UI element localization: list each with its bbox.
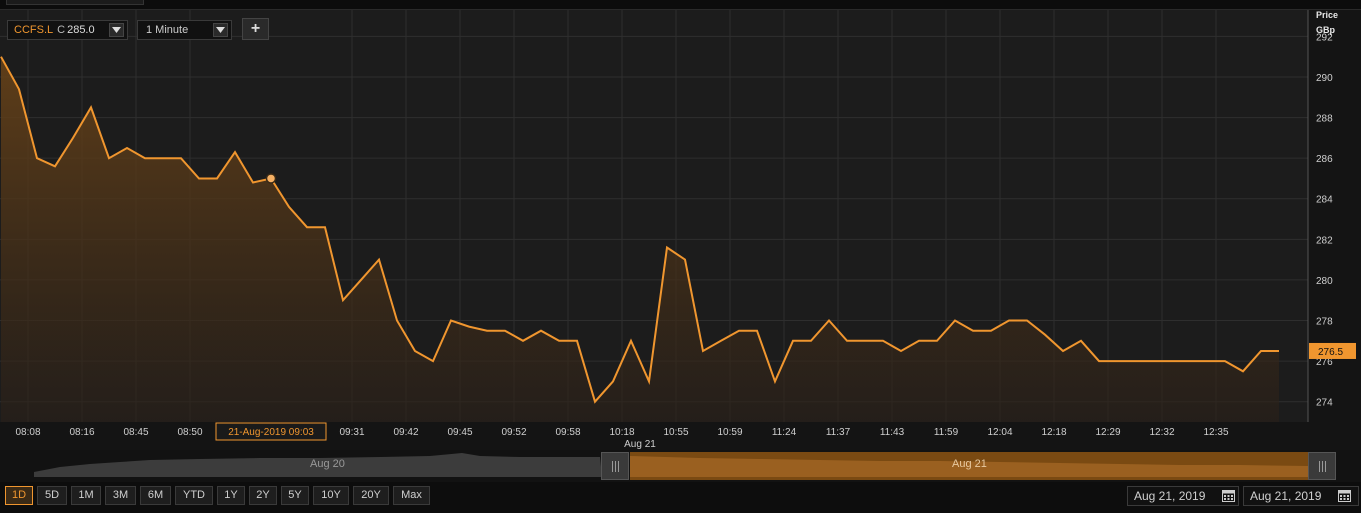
y-tick-label: 274: [1316, 398, 1333, 409]
symbol-label: CCFS.L: [14, 24, 54, 36]
x-tick-label: 12:32: [1149, 427, 1174, 438]
x-tick-label: 08:08: [15, 427, 40, 438]
calendar-icon[interactable]: [1222, 489, 1235, 502]
crosshair-label: 21-Aug-2019 09:03: [228, 427, 314, 438]
y-axis-label: Price: [1316, 10, 1338, 20]
range-1m-button[interactable]: 1M: [71, 486, 101, 505]
x-tick-label: 12:18: [1041, 427, 1066, 438]
top-bar: [0, 0, 1361, 10]
range-5y-button[interactable]: 5Y: [281, 486, 309, 505]
y-tick-label: 286: [1316, 154, 1333, 165]
x-tick-label: 12:35: [1203, 427, 1228, 438]
range-10y-button[interactable]: 10Y: [313, 486, 349, 505]
x-tick-label: 11:24: [772, 427, 797, 438]
x-tick-label: 10:55: [663, 427, 688, 438]
chevron-down-icon[interactable]: [109, 23, 124, 37]
x-tick-label: 12:29: [1095, 427, 1120, 438]
y-tick-label: 282: [1316, 235, 1333, 246]
x-day-label: Aug 21: [624, 439, 656, 450]
x-tick-label: 09:52: [501, 427, 526, 438]
navigator[interactable]: [0, 450, 1361, 482]
tab-stub[interactable]: [6, 0, 144, 5]
hover-marker[interactable]: [265, 173, 277, 184]
range-1d-button[interactable]: 1D: [5, 486, 33, 505]
x-tick-label: 12:04: [987, 427, 1012, 438]
interval-selector[interactable]: 1 Minute: [137, 20, 232, 40]
navigator-left-label: Aug 20: [310, 458, 345, 470]
range-20y-button[interactable]: 20Y: [353, 486, 389, 505]
x-tick-label: 10:18: [609, 427, 634, 438]
chevron-down-icon[interactable]: [213, 23, 228, 37]
range-5d-button[interactable]: 5D: [37, 486, 67, 505]
x-tick-label: 10:59: [717, 427, 742, 438]
last-price-label: 276.5: [1318, 347, 1343, 358]
navigator-svg: [34, 452, 1308, 480]
x-tick-label: 11:43: [880, 427, 905, 438]
range-ytd-button[interactable]: YTD: [175, 486, 213, 505]
x-tick-label: 09:58: [555, 427, 580, 438]
x-tick-label: 09:45: [447, 427, 472, 438]
x-tick-label: 08:50: [177, 427, 202, 438]
range-6m-button[interactable]: 6M: [140, 486, 171, 505]
x-tick-label: 09:31: [339, 427, 364, 438]
x-tick-label: 08:16: [69, 427, 94, 438]
y-tick-label: 290: [1316, 73, 1333, 84]
y-tick-label: 278: [1316, 317, 1333, 328]
x-tick-label: 08:45: [123, 427, 148, 438]
interval-label: 1 Minute: [146, 24, 189, 36]
chart-area: 274 276 278 280 282 284 286 288 290 292 Price GBp 27…: [0, 10, 1361, 450]
x-tick-label: 11:59: [934, 427, 959, 438]
range-2y-button[interactable]: 2Y: [249, 486, 277, 505]
y-tick-label: 288: [1316, 114, 1333, 125]
calendar-icon[interactable]: [1338, 489, 1351, 502]
x-tick-label: 09:42: [393, 427, 418, 438]
last-label: C: [57, 24, 66, 36]
y-tick-label: 280: [1316, 276, 1333, 287]
add-series-button[interactable]: +: [242, 18, 269, 40]
range-3m-button[interactable]: 3M: [105, 486, 136, 505]
range-max-button[interactable]: Max: [393, 486, 430, 505]
grip-handle-icon[interactable]: [1308, 452, 1336, 480]
y-tick-label: 284: [1316, 195, 1333, 206]
last-value: 285.0: [67, 24, 95, 36]
navigator-right-label: Aug 21: [952, 458, 987, 470]
symbol-selector[interactable]: CCFS.L C 285.0: [7, 20, 128, 40]
price-chart[interactable]: 274276278280282284286288290292PriceGBp27…: [0, 10, 1361, 450]
grip-handle-icon[interactable]: [601, 452, 629, 480]
y-axis-unit: GBp: [1316, 25, 1336, 35]
x-tick-label: 11:37: [826, 427, 851, 438]
range-1y-button[interactable]: 1Y: [217, 486, 245, 505]
